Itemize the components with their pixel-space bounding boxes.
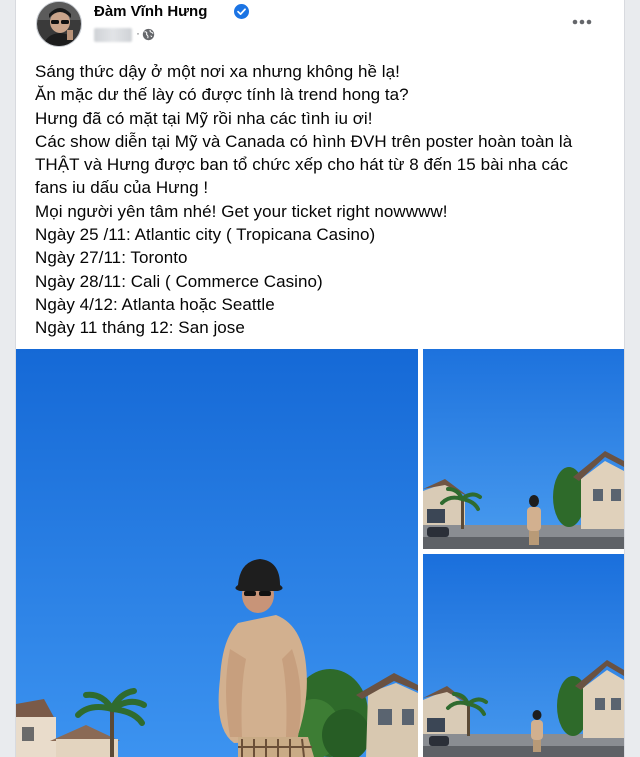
post-line: Ngày 11 tháng 12: San jose (35, 318, 245, 338)
more-options-button[interactable] (566, 8, 598, 36)
post-line: Mọi người yên tâm nhé! Get your ticket r… (35, 201, 448, 221)
author-avatar[interactable] (36, 1, 82, 47)
post-line: THẬT và Hưng được ban tổ chức xếp cho há… (35, 155, 569, 175)
photo-street-wide (423, 349, 624, 549)
post-line: Ngày 25 /11: Atlantic city ( Tropicana C… (35, 225, 376, 245)
post-card: Đàm Vĩnh Hưng · Sáng thức dậy ở một nơi … (15, 0, 625, 757)
photo-grid (16, 349, 624, 757)
post-photo-3[interactable] (423, 554, 624, 757)
post-line: Ngày 28/11: Cali ( Commerce Casino) (35, 271, 323, 291)
post-line: Hưng đã có mặt tại Mỹ rồi nha các tình i… (35, 108, 373, 128)
post-header: Đàm Vĩnh Hưng · (16, 0, 624, 54)
post-line: Ngày 4/12: Atlanta hoặc Seattle (35, 294, 275, 314)
photo-man-in-bucket-hat (16, 349, 418, 757)
post-line: Sáng thức dậy ở một nơi xa nhưng không h… (35, 62, 400, 81)
post-photo-main[interactable] (16, 349, 418, 757)
post-photo-2[interactable] (423, 349, 624, 549)
avatar-image (37, 2, 81, 46)
verified-badge-icon (234, 4, 249, 19)
post-timestamp-blurred[interactable] (94, 28, 132, 42)
post-line: Các show diễn tại Mỹ và Canada có hình Đ… (35, 131, 573, 151)
author-name[interactable]: Đàm Vĩnh Hưng (94, 3, 207, 20)
post-message: Sáng thức dậy ở một nơi xa nhưng không h… (35, 60, 610, 340)
post-line: Ăn mặc dư thế lày có được tính là trend … (35, 85, 409, 105)
more-options-icon (572, 19, 592, 25)
post-line: Ngày 27/11: Toronto (35, 248, 188, 268)
meta-separator: · (136, 26, 140, 40)
globe-icon[interactable] (142, 28, 155, 41)
post-line: fans iu dấu của Hưng ! (35, 178, 209, 198)
photo-street-distance (423, 554, 624, 757)
